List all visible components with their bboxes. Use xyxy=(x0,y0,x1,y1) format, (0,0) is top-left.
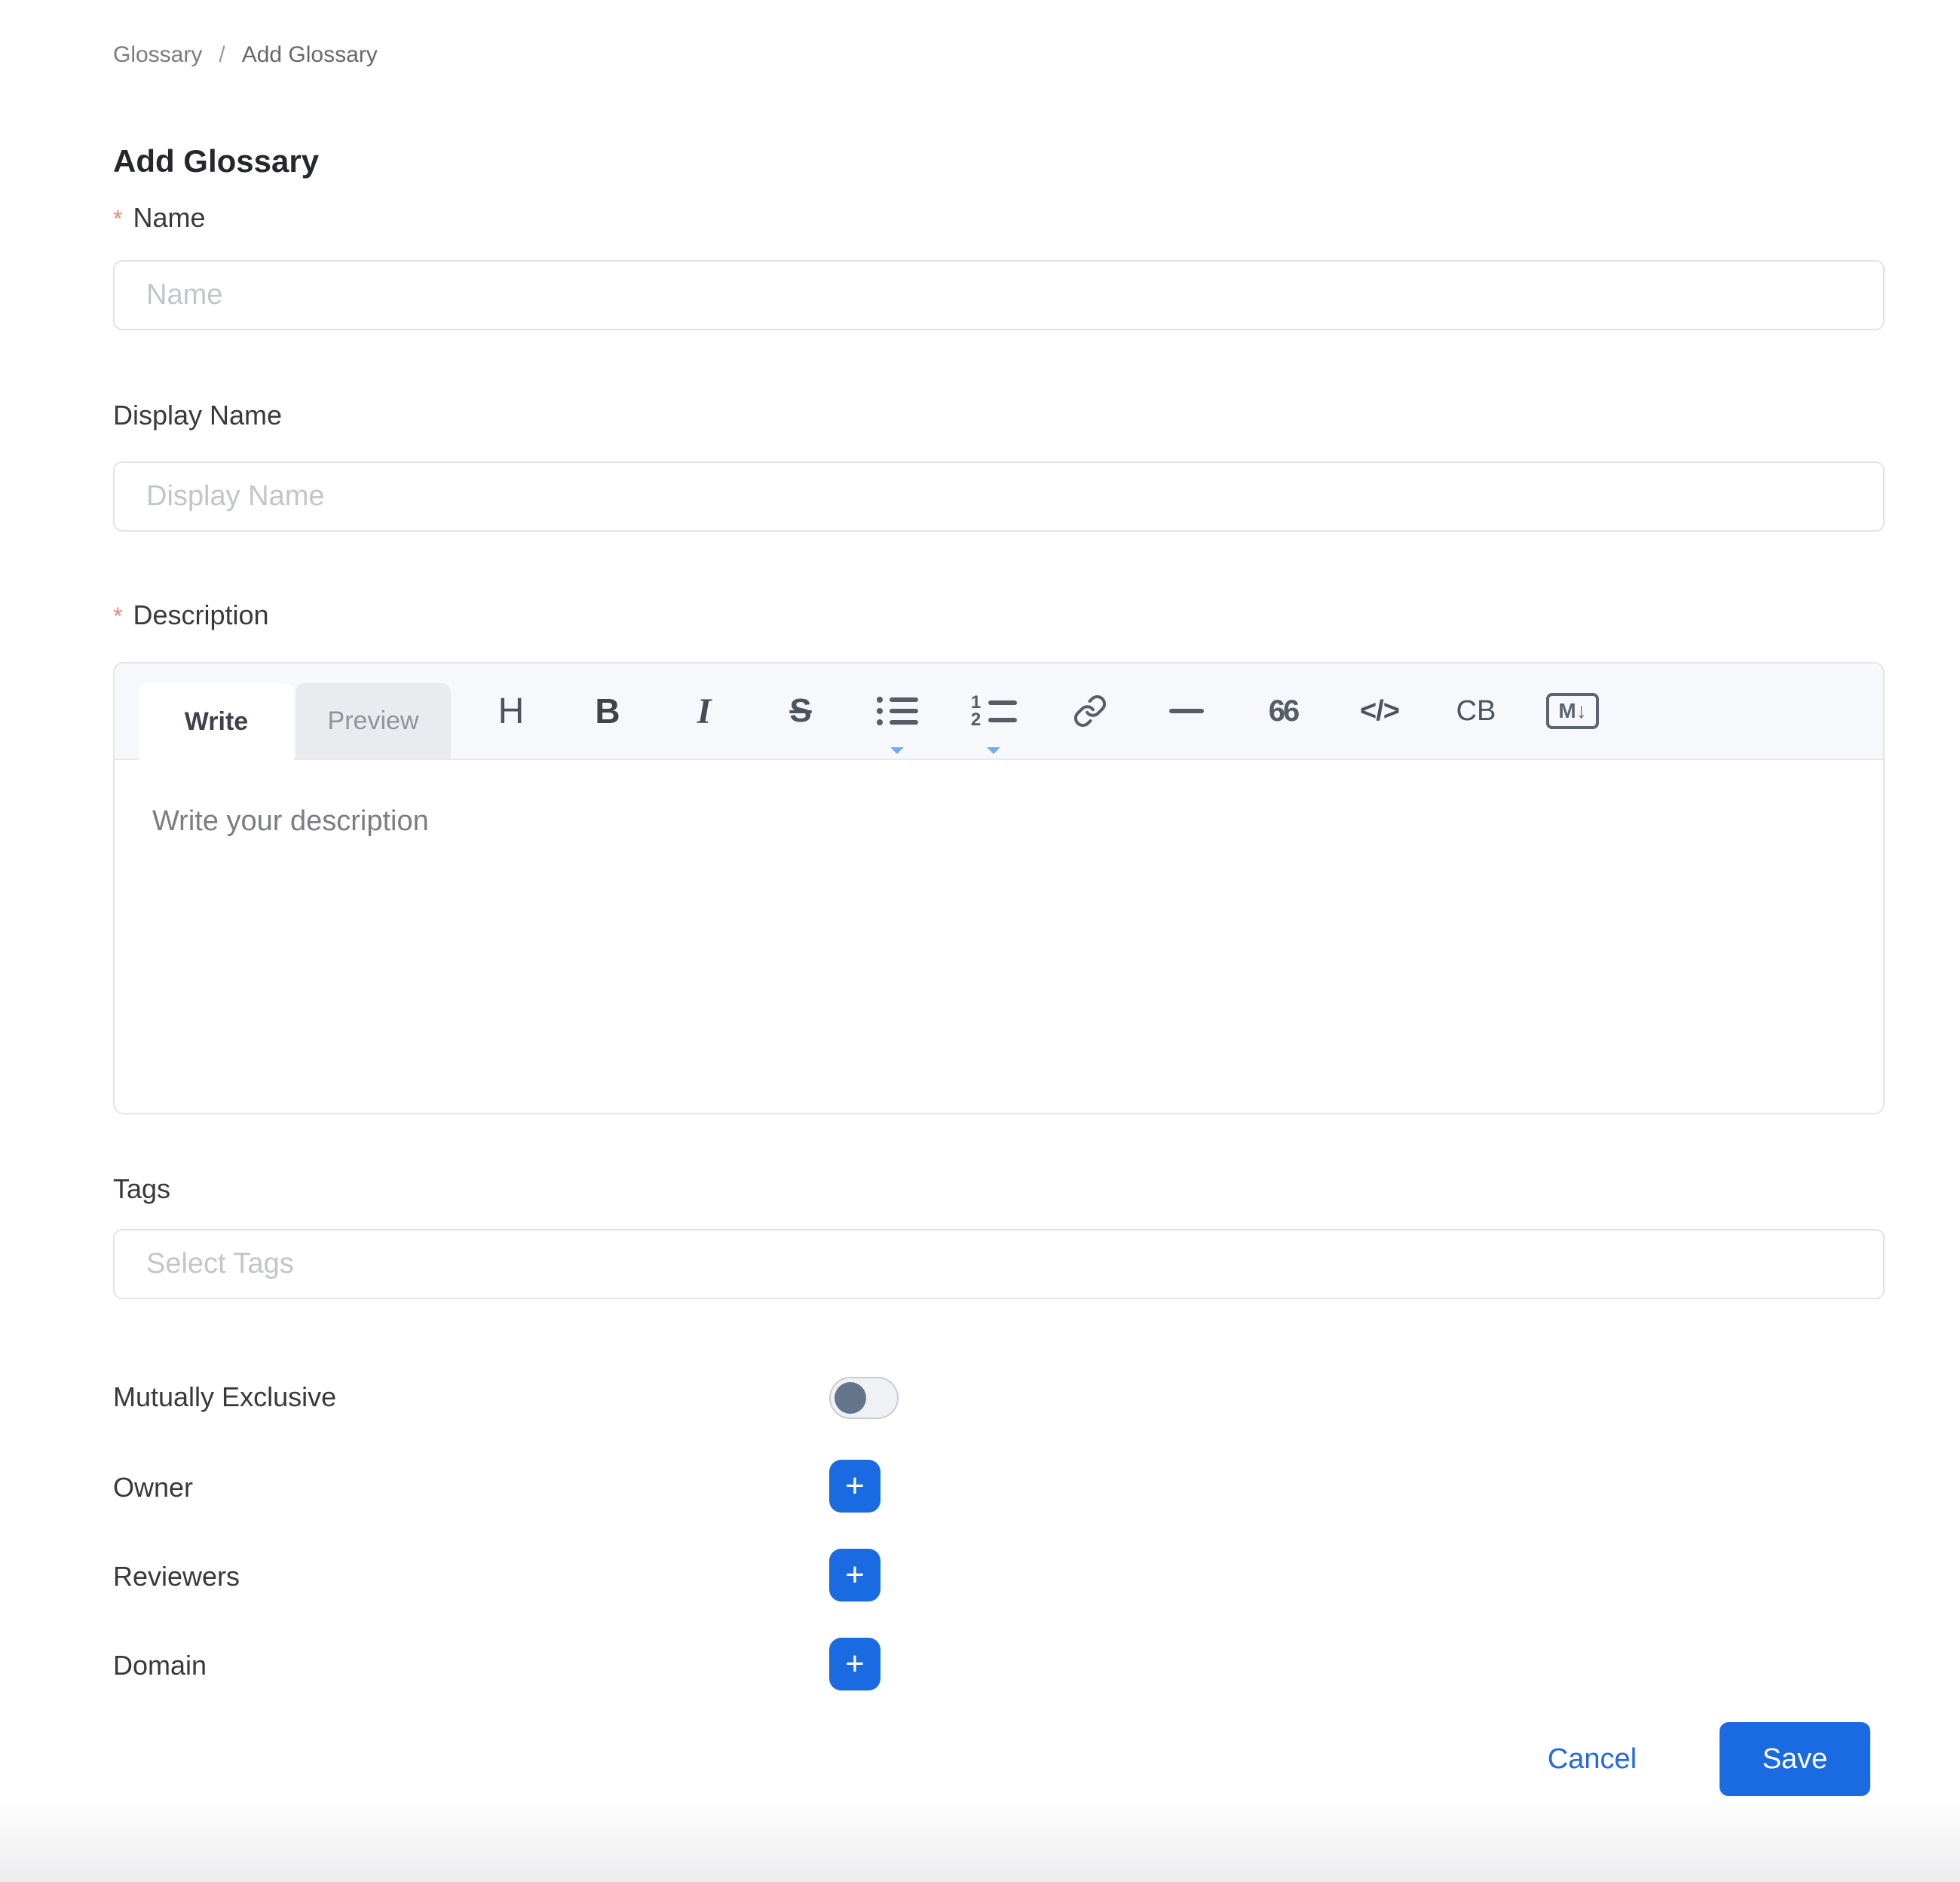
italic-icon: I xyxy=(697,691,712,732)
reviewers-label: Reviewers xyxy=(113,1561,240,1592)
domain-label: Domain xyxy=(113,1650,207,1681)
plus-icon: + xyxy=(845,1648,865,1681)
mutually-exclusive-row: Mutually Exclusive xyxy=(113,1381,1885,1413)
link-icon xyxy=(1073,694,1107,728)
bold-icon: B xyxy=(595,691,620,731)
plus-icon: + xyxy=(845,1470,865,1503)
description-label: * Description xyxy=(113,599,269,631)
breadcrumb-glossary[interactable]: Glossary xyxy=(113,42,202,68)
add-glossary-form: Glossary / Add Glossary Add Glossary * N… xyxy=(113,0,1885,1882)
name-label-text: Name xyxy=(133,202,205,234)
description-placeholder: Write your description xyxy=(152,805,1845,838)
description-textarea[interactable]: Write your description xyxy=(115,760,1883,883)
breadcrumb-separator: / xyxy=(219,42,225,68)
horizontal-rule-button[interactable] xyxy=(1138,664,1235,759)
add-domain-button[interactable]: + xyxy=(829,1638,880,1690)
add-owner-button[interactable]: + xyxy=(829,1460,880,1513)
breadcrumb: Glossary / Add Glossary xyxy=(113,42,378,68)
display-name-input[interactable] xyxy=(113,461,1885,532)
code-button[interactable]: </> xyxy=(1331,664,1428,759)
quote-icon: 66 xyxy=(1269,694,1298,728)
markdown-icon: M↓ xyxy=(1546,693,1599,729)
mutually-exclusive-label: Mutually Exclusive xyxy=(113,1381,336,1412)
form-actions: Cancel Save xyxy=(113,1722,1885,1796)
numbered-list-button[interactable]: 1 2 xyxy=(945,664,1042,759)
tab-preview[interactable]: Preview xyxy=(296,683,451,759)
editor-toolbar-icons: H B I S xyxy=(463,664,1621,759)
tab-write[interactable]: Write xyxy=(139,683,294,760)
toggle-knob xyxy=(835,1382,866,1414)
editor-tabs: Write Preview xyxy=(139,683,451,759)
display-name-label: Display Name xyxy=(113,400,282,431)
description-editor: Write Preview H B I S xyxy=(113,662,1885,1114)
quote-button[interactable]: 66 xyxy=(1235,664,1331,759)
save-button[interactable]: Save xyxy=(1720,1722,1870,1796)
numbered-list-caret xyxy=(987,747,1000,754)
horizontal-rule-icon xyxy=(1169,709,1204,713)
tags-label-text: Tags xyxy=(113,1173,170,1205)
name-label: * Name xyxy=(113,202,205,234)
required-mark: * xyxy=(113,204,122,234)
bulleted-list-button[interactable] xyxy=(849,664,945,759)
tags-label: Tags xyxy=(113,1173,170,1205)
heading-icon: H xyxy=(498,691,525,732)
owner-label: Owner xyxy=(113,1472,193,1503)
bulleted-list-icon xyxy=(877,697,918,725)
code-icon: </> xyxy=(1360,695,1399,728)
markdown-button[interactable]: M↓ xyxy=(1524,664,1621,759)
page-title: Add Glossary xyxy=(113,143,319,179)
breadcrumb-add-glossary: Add Glossary xyxy=(242,42,378,68)
bold-button[interactable]: B xyxy=(559,664,656,759)
numbered-list-icon: 1 2 xyxy=(971,697,1017,726)
bulleted-list-caret xyxy=(890,747,904,754)
mutually-exclusive-toggle[interactable] xyxy=(829,1377,899,1419)
heading-button[interactable]: H xyxy=(463,664,559,759)
strikethrough-icon: S xyxy=(789,692,811,730)
owner-row: Owner + xyxy=(113,1472,1885,1503)
name-input[interactable] xyxy=(113,260,1885,330)
strikethrough-button[interactable]: S xyxy=(752,664,849,759)
code-block-icon: CB xyxy=(1456,695,1496,728)
required-mark: * xyxy=(113,601,122,631)
reviewers-row: Reviewers + xyxy=(113,1561,1885,1592)
cancel-button[interactable]: Cancel xyxy=(1532,1722,1652,1796)
description-label-text: Description xyxy=(133,599,268,631)
tags-select-input[interactable] xyxy=(113,1229,1885,1299)
add-reviewer-button[interactable]: + xyxy=(829,1549,880,1602)
display-name-label-text: Display Name xyxy=(113,400,282,431)
editor-toolbar: Write Preview H B I S xyxy=(115,664,1883,760)
italic-button[interactable]: I xyxy=(656,664,752,759)
domain-row: Domain + xyxy=(113,1650,1885,1681)
plus-icon: + xyxy=(845,1559,865,1592)
link-button[interactable] xyxy=(1042,664,1138,759)
code-block-button[interactable]: CB xyxy=(1428,664,1524,759)
